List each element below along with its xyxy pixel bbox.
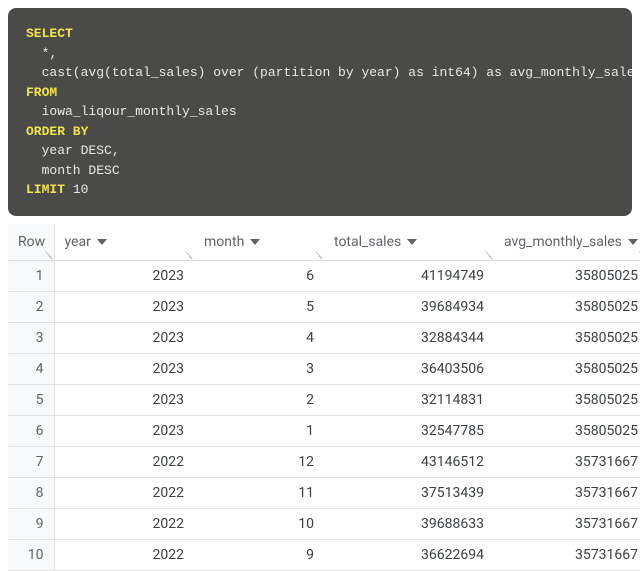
cell-year: 2023 xyxy=(54,322,194,353)
column-header-total-sales-label: total_sales xyxy=(334,234,401,250)
table-row[interactable]: 2202353968493435805025 xyxy=(8,291,640,322)
sql-keyword-orderby: ORDER BY xyxy=(26,124,88,139)
cell-total-sales: 32114831 xyxy=(324,384,494,415)
cell-month: 11 xyxy=(194,477,324,508)
cell-total-sales: 36622694 xyxy=(324,539,494,570)
cell-month: 6 xyxy=(194,260,324,291)
cell-month: 5 xyxy=(194,291,324,322)
column-header-row-label: Row xyxy=(18,234,45,250)
cell-avg-monthly-sales: 35731667 xyxy=(494,477,640,508)
cell-rownum: 2 xyxy=(8,291,54,322)
cell-year: 2022 xyxy=(54,446,194,477)
table-row[interactable]: 3202343288434435805025 xyxy=(8,322,640,353)
cell-avg-monthly-sales: 35805025 xyxy=(494,260,640,291)
results-header-row: Row year month total_sales xyxy=(8,224,640,261)
table-row[interactable]: 6202313254778535805025 xyxy=(8,415,640,446)
table-row[interactable]: 92022103968863335731667 xyxy=(8,508,640,539)
resize-handle-icon[interactable] xyxy=(314,250,322,258)
resize-handle-icon[interactable] xyxy=(484,250,492,258)
cell-year: 2022 xyxy=(54,508,194,539)
cell-rownum: 5 xyxy=(8,384,54,415)
cell-total-sales: 39684934 xyxy=(324,291,494,322)
cell-month: 4 xyxy=(194,322,324,353)
cell-rownum: 10 xyxy=(8,539,54,570)
sql-keyword-select: SELECT xyxy=(26,26,73,41)
table-row[interactable]: 4202333640350635805025 xyxy=(8,353,640,384)
cell-year: 2022 xyxy=(54,477,194,508)
column-header-year-label: year xyxy=(65,234,91,250)
column-header-row[interactable]: Row xyxy=(8,224,54,261)
cell-year: 2023 xyxy=(54,291,194,322)
sql-select-columns: *, cast(avg(total_sales) over (partition… xyxy=(26,46,632,81)
cell-year: 2023 xyxy=(54,384,194,415)
cell-rownum: 1 xyxy=(8,260,54,291)
cell-rownum: 4 xyxy=(8,353,54,384)
cell-month: 3 xyxy=(194,353,324,384)
sql-from-table: iowa_liqour_monthly_sales xyxy=(26,104,237,119)
column-header-year[interactable]: year xyxy=(54,224,194,261)
sql-order-columns: year DESC, month DESC xyxy=(26,143,120,178)
cell-rownum: 3 xyxy=(8,322,54,353)
cell-month: 1 xyxy=(194,415,324,446)
cell-total-sales: 32884344 xyxy=(324,322,494,353)
cell-avg-monthly-sales: 35805025 xyxy=(494,353,640,384)
resize-handle-icon[interactable] xyxy=(184,250,192,258)
sort-desc-icon[interactable] xyxy=(250,239,260,245)
column-header-month[interactable]: month xyxy=(194,224,324,261)
cell-year: 2023 xyxy=(54,260,194,291)
resize-handle-icon[interactable] xyxy=(44,250,52,258)
table-row[interactable]: 1202364119474935805025 xyxy=(8,260,640,291)
results-table: Row year month total_sales xyxy=(8,224,640,571)
column-header-avg-label: avg_monthly_sales xyxy=(504,234,622,250)
table-row[interactable]: 82022113751343935731667 xyxy=(8,477,640,508)
cell-avg-monthly-sales: 35805025 xyxy=(494,322,640,353)
cell-avg-monthly-sales: 35805025 xyxy=(494,384,640,415)
cell-month: 12 xyxy=(194,446,324,477)
cell-month: 10 xyxy=(194,508,324,539)
cell-rownum: 7 xyxy=(8,446,54,477)
cell-avg-monthly-sales: 35731667 xyxy=(494,539,640,570)
cell-avg-monthly-sales: 35805025 xyxy=(494,415,640,446)
cell-year: 2023 xyxy=(54,415,194,446)
table-row[interactable]: 5202323211483135805025 xyxy=(8,384,640,415)
cell-year: 2022 xyxy=(54,539,194,570)
cell-avg-monthly-sales: 35805025 xyxy=(494,291,640,322)
column-header-avg-monthly-sales[interactable]: avg_monthly_sales xyxy=(494,224,640,261)
column-header-total-sales[interactable]: total_sales xyxy=(324,224,494,261)
cell-rownum: 6 xyxy=(8,415,54,446)
cell-total-sales: 43146512 xyxy=(324,446,494,477)
cell-total-sales: 39688633 xyxy=(324,508,494,539)
table-row[interactable]: 72022124314651235731667 xyxy=(8,446,640,477)
cell-total-sales: 37513439 xyxy=(324,477,494,508)
sort-desc-icon[interactable] xyxy=(407,239,417,245)
cell-avg-monthly-sales: 35731667 xyxy=(494,446,640,477)
sort-desc-icon[interactable] xyxy=(97,239,107,245)
cell-month: 9 xyxy=(194,539,324,570)
sql-keyword-limit: LIMIT xyxy=(26,182,65,197)
table-row[interactable]: 10202293662269435731667 xyxy=(8,539,640,570)
cell-total-sales: 36403506 xyxy=(324,353,494,384)
cell-avg-monthly-sales: 35731667 xyxy=(494,508,640,539)
sql-code-block[interactable]: SELECT *, cast(avg(total_sales) over (pa… xyxy=(8,8,632,216)
cell-rownum: 9 xyxy=(8,508,54,539)
column-header-month-label: month xyxy=(204,234,244,250)
sort-desc-icon[interactable] xyxy=(628,239,638,245)
results-area: Row year month total_sales xyxy=(8,224,632,571)
cell-total-sales: 32547785 xyxy=(324,415,494,446)
cell-month: 2 xyxy=(194,384,324,415)
cell-year: 2023 xyxy=(54,353,194,384)
sql-keyword-from: FROM xyxy=(26,85,57,100)
cell-total-sales: 41194749 xyxy=(324,260,494,291)
cell-rownum: 8 xyxy=(8,477,54,508)
sql-limit-n: 10 xyxy=(65,182,88,197)
